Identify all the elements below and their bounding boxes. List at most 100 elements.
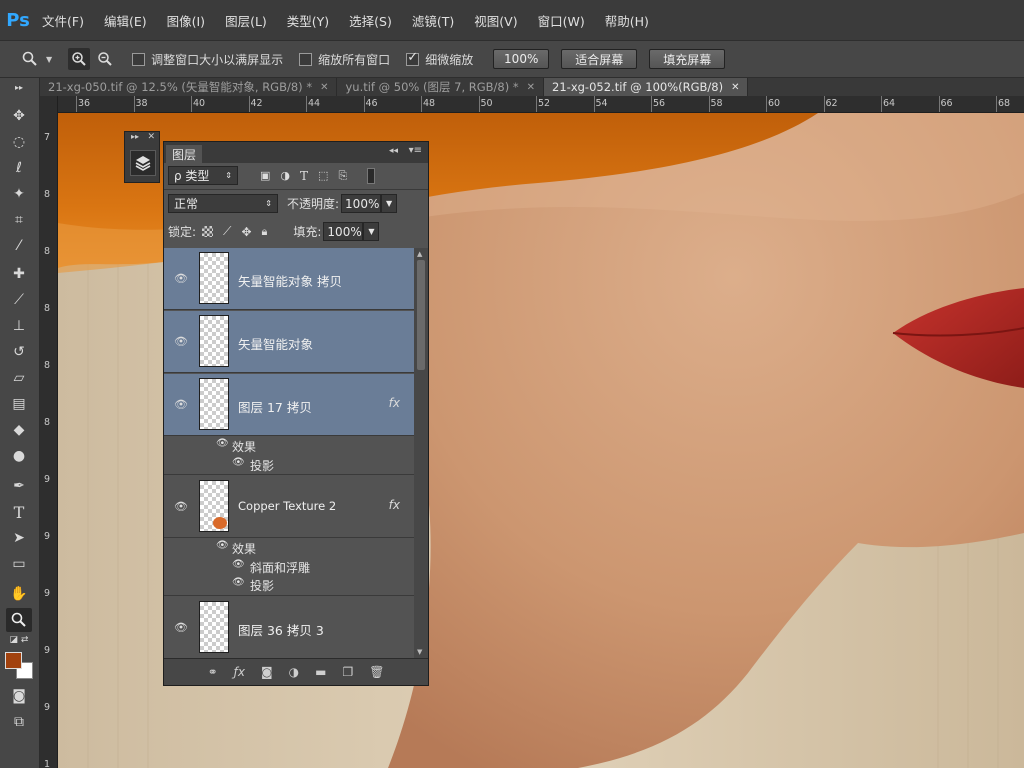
menu-layer[interactable]: 图层(L) — [225, 11, 267, 30]
eyedropper-icon[interactable]: ⁄ — [6, 234, 32, 258]
filter-toggle-switch[interactable] — [367, 167, 376, 184]
brush-tool-icon[interactable]: ⟋ — [6, 288, 32, 312]
effect-eye-icon[interactable]: 👁︎ — [232, 577, 245, 588]
scroll-up-icon[interactable]: ▲ — [417, 250, 422, 258]
blur-tool-icon[interactable]: ◆ — [6, 418, 32, 442]
layer-effects-badge[interactable]: fx — [389, 498, 400, 512]
healing-brush-icon[interactable]: ✚ — [6, 262, 32, 286]
filter-shape-icon[interactable]: ⬚ — [318, 169, 328, 182]
tab-doc-2[interactable]: yu.tif @ 50% (图层 7, RGB/8) * ✕ — [337, 78, 545, 96]
new-layer-icon[interactable]: ❐ — [342, 665, 353, 679]
filter-type-icon[interactable]: T — [300, 169, 308, 183]
layer-row[interactable]: 👁︎ 图层 36 拷贝 3 — [164, 597, 414, 658]
menu-file[interactable]: 文件(F) — [42, 11, 84, 30]
effects-eye-icon[interactable]: 👁︎ — [216, 438, 229, 449]
layer-effects-badge[interactable]: fx — [389, 396, 400, 410]
eraser-icon[interactable]: ▱ — [6, 366, 32, 390]
filter-adjustment-icon[interactable]: ◑ — [280, 169, 290, 182]
opacity-input[interactable]: 100% — [341, 194, 382, 213]
type-tool-icon[interactable]: T — [6, 500, 32, 524]
rectangle-tool-icon[interactable]: ▭ — [6, 552, 32, 576]
lock-all-icon[interactable]: 🔒︎ — [262, 225, 268, 239]
zoom-tool-active-icon[interactable] — [6, 608, 32, 632]
panel-expand-icon[interactable]: ▸▸ — [131, 132, 139, 141]
quick-mask-icon[interactable]: ◙ — [6, 684, 32, 708]
layer-row[interactable]: 👁︎ 图层 17 拷贝 fx — [164, 374, 414, 436]
toolbar-collapse-icon[interactable]: ▸▸ — [6, 82, 32, 92]
new-group-icon[interactable]: ▬ — [315, 665, 326, 679]
effect-bevel-emboss[interactable]: 斜面和浮雕 — [250, 559, 310, 576]
new-adjustment-icon[interactable]: ◑ — [289, 665, 299, 679]
filter-smart-object-icon[interactable]: ⎘ — [338, 169, 347, 183]
zoom-100-button[interactable]: 100% — [493, 49, 550, 69]
layers-panel-icon[interactable] — [130, 150, 156, 176]
lock-pixels-icon[interactable]: ⟋ — [223, 224, 231, 239]
photoshop-logo[interactable]: Ps — [4, 6, 32, 34]
menu-view[interactable]: 视图(V) — [474, 11, 517, 30]
path-selection-icon[interactable]: ➤ — [6, 526, 32, 550]
scroll-down-icon[interactable]: ▼ — [417, 648, 422, 656]
history-brush-icon[interactable]: ↺ — [6, 340, 32, 364]
filter-kind-select[interactable]: ρ 类型 ⇕ — [168, 166, 238, 185]
filter-pixel-icon[interactable]: ▣ — [260, 169, 270, 182]
lock-position-icon[interactable]: ✥ — [241, 225, 251, 239]
tab-doc-1[interactable]: 21-xg-050.tif @ 12.5% (矢量智能对象, RGB/8) * ✕ — [40, 78, 338, 96]
layer-row[interactable]: 👁︎ 矢量智能对象 拷贝 — [164, 248, 414, 310]
zoom-all-option[interactable]: 缩放所有窗口 — [299, 51, 390, 68]
link-layers-icon[interactable]: ⚭ — [208, 665, 218, 679]
effect-eye-icon[interactable]: 👁︎ — [232, 457, 245, 468]
tab-doc-3[interactable]: 21-xg-052.tif @ 100%(RGB/8) ✕ — [544, 78, 749, 96]
add-mask-icon[interactable]: ◙ — [261, 665, 273, 679]
menu-help[interactable]: 帮助(H) — [605, 11, 649, 30]
zoom-out-icon[interactable] — [94, 48, 116, 70]
layer-row[interactable]: 👁︎ Copper Texture 2 fx — [164, 476, 414, 538]
screen-mode-icon[interactable]: ⧉ — [6, 710, 32, 734]
layers-scrollbar[interactable]: ▲ ▼ — [414, 248, 428, 658]
effect-eye-icon[interactable]: 👁︎ — [232, 559, 245, 570]
effects-eye-icon[interactable]: 👁︎ — [216, 540, 229, 551]
zoom-tool-icon[interactable] — [22, 51, 46, 67]
panel-menu-icon[interactable]: ▾≡ — [409, 145, 422, 156]
menu-window[interactable]: 窗口(W) — [538, 11, 585, 30]
close-icon[interactable]: ✕ — [147, 132, 155, 142]
lock-transparent-icon[interactable] — [202, 226, 214, 237]
fill-dropdown-icon[interactable]: ▼ — [363, 222, 380, 241]
scrubby-zoom-checkbox[interactable] — [406, 50, 420, 66]
zoom-all-checkbox[interactable] — [299, 52, 313, 66]
visibility-eye-icon[interactable]: 👁︎ — [174, 500, 188, 513]
gradient-tool-icon[interactable]: ▤ — [6, 392, 32, 416]
menu-filter[interactable]: 滤镜(T) — [412, 11, 454, 30]
effect-drop-shadow[interactable]: 投影 — [250, 457, 274, 474]
fill-screen-button[interactable]: 填充屏幕 — [649, 49, 726, 69]
hand-tool-icon[interactable]: ✋ — [6, 582, 32, 606]
close-icon[interactable]: ✕ — [320, 82, 328, 93]
tab-layers[interactable]: 图层 — [166, 145, 203, 163]
fill-input[interactable]: 100% — [323, 222, 364, 241]
collapse-panel-icon[interactable]: ◂◂ — [389, 146, 398, 156]
delete-layer-icon[interactable]: 🗑︎ — [369, 665, 384, 679]
add-style-icon[interactable]: ƒx — [234, 665, 245, 679]
dodge-tool-icon[interactable]: ● — [6, 444, 32, 468]
menu-edit[interactable]: 编辑(E) — [104, 11, 147, 30]
resize-windows-option[interactable]: 调整窗口大小以满屏显示 — [132, 51, 283, 68]
scrollbar-thumb[interactable] — [417, 260, 425, 370]
scrubby-zoom-option[interactable]: 细微缩放 — [406, 50, 473, 68]
visibility-eye-icon[interactable]: 👁︎ — [174, 335, 188, 348]
marquee-tool-icon[interactable]: ◌ — [6, 130, 32, 154]
close-icon[interactable]: ✕ — [527, 82, 535, 93]
crop-tool-icon[interactable]: ⌗ — [6, 208, 32, 232]
visibility-eye-icon[interactable]: 👁︎ — [174, 398, 188, 411]
pen-tool-icon[interactable]: ✒ — [6, 474, 32, 498]
tool-preset-dropdown-icon[interactable]: ▼ — [46, 55, 52, 64]
default-colors-icon[interactable]: ◪ ⇄ — [6, 634, 32, 646]
menu-select[interactable]: 选择(S) — [349, 11, 392, 30]
foreground-color-swatch[interactable] — [5, 652, 22, 669]
opacity-dropdown-icon[interactable]: ▼ — [381, 194, 398, 213]
close-icon[interactable]: ✕ — [731, 82, 739, 93]
lasso-tool-icon[interactable]: ℓ — [6, 156, 32, 180]
visibility-eye-icon[interactable]: 👁︎ — [174, 272, 188, 285]
fit-screen-button[interactable]: 适合屏幕 — [561, 49, 638, 69]
layer-row[interactable]: 👁︎ 矢量智能对象 — [164, 311, 414, 373]
menu-image[interactable]: 图像(I) — [167, 11, 205, 30]
visibility-eye-icon[interactable]: 👁︎ — [174, 621, 188, 634]
